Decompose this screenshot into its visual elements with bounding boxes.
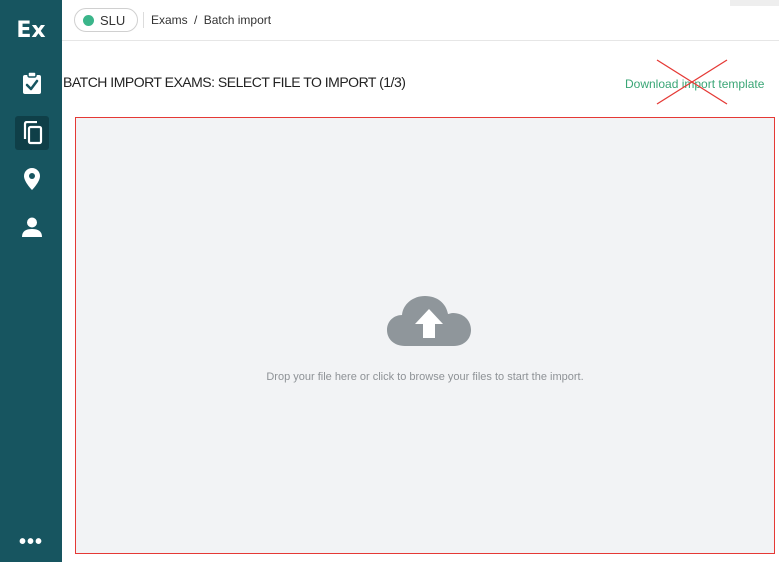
more-menu-button[interactable]: ••• xyxy=(0,532,62,552)
person-icon xyxy=(22,217,42,237)
breadcrumb-exams[interactable]: Exams xyxy=(151,13,188,27)
download-template-link[interactable]: Download import template xyxy=(625,77,764,91)
org-selector[interactable]: SLU xyxy=(74,8,139,32)
cloud-upload-icon xyxy=(387,296,471,346)
breadcrumb: Exams / Batch import xyxy=(151,13,271,27)
dropzone-instructions: Drop your file here or click to browse y… xyxy=(266,371,584,383)
org-label: SLU xyxy=(100,12,126,28)
copy-icon xyxy=(23,121,43,145)
page-title: BATCH IMPORT EXAMS: SELECT FILE TO IMPOR… xyxy=(63,74,406,90)
app-logo[interactable]: Ex xyxy=(0,18,62,43)
top-bar: SLU Exams / Batch import xyxy=(62,0,779,41)
corner-button[interactable] xyxy=(730,0,779,6)
status-dot xyxy=(83,14,94,26)
file-dropzone[interactable]: Drop your file here or click to browse y… xyxy=(75,117,775,554)
breadcrumb-separator: / xyxy=(194,13,198,27)
divider xyxy=(143,12,144,28)
sidebar-item-exams[interactable] xyxy=(15,66,49,100)
clipboard-check-icon xyxy=(23,72,41,94)
sidebar-item-batch-import[interactable] xyxy=(15,116,49,150)
sidebar-item-users[interactable] xyxy=(15,210,49,244)
breadcrumb-current: Batch import xyxy=(203,13,272,27)
sidebar-item-locations[interactable] xyxy=(15,162,49,196)
sidebar: Ex ••• xyxy=(0,0,62,562)
map-pin-icon xyxy=(24,168,40,190)
